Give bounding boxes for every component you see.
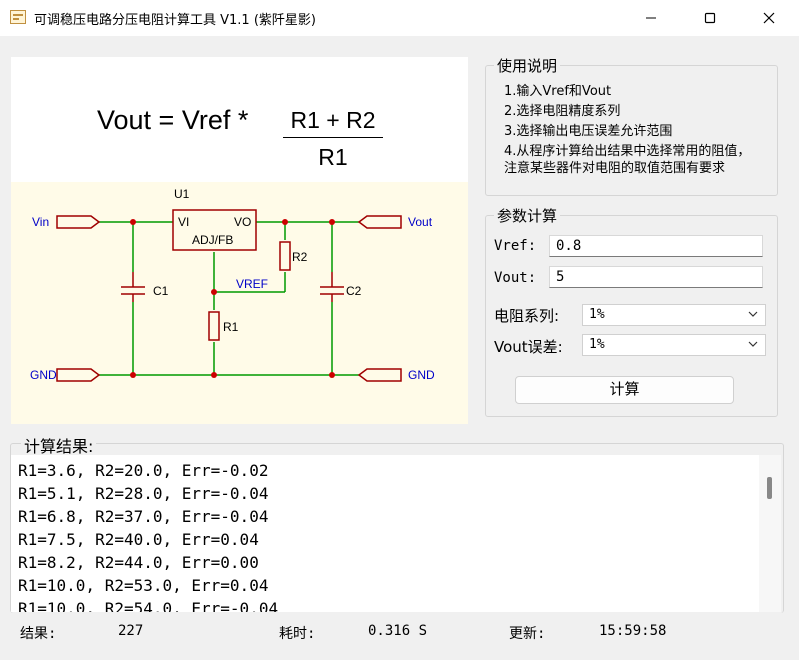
- minimize-icon: [646, 17, 656, 19]
- vout-input[interactable]: 5: [549, 266, 763, 288]
- maximize-button[interactable]: [687, 0, 733, 36]
- status-update-label: 更新:: [509, 626, 546, 642]
- title-bar[interactable]: 可调稳压电路分压电阻计算工具 V1.1 (紫阡星影): [0, 0, 799, 36]
- status-time-label: 耗时:: [279, 626, 316, 642]
- result-line: R1=7.5, R2=40.0, Err=0.04: [18, 530, 259, 549]
- vout-label: Vout:: [494, 270, 537, 286]
- window-title: 可调稳压电路分压电阻计算工具 V1.1 (紫阡星影): [34, 13, 316, 28]
- formula-lhs: Vout = Vref *: [97, 105, 249, 135]
- net-vref-label: VREF: [236, 277, 268, 291]
- status-result-label: 结果:: [20, 626, 57, 642]
- app-icon: [10, 10, 26, 24]
- help-step: 2.选择电阻精度系列: [504, 104, 621, 119]
- help-list: 1.输入Vref和Vout 2.选择电阻精度系列 3.选择输出电压误差允许范围 …: [504, 83, 756, 177]
- help-title: 使用说明: [494, 55, 561, 76]
- tolerance-select[interactable]: 1%: [582, 334, 766, 356]
- help-step: 4.从程序计算给出结果中选择常用的阻值，注意某些器件对电阻的取值范围有要求: [504, 144, 751, 176]
- formula-circuit-figure: Vout = Vref * R1 + R2 R1 U1 VI VO ADJ/FB…: [11, 57, 468, 424]
- help-step: 3.选择输出电压误差允许范围: [504, 124, 673, 139]
- r2-label: R2: [292, 250, 308, 264]
- port-gnd-right-label: GND: [408, 368, 435, 382]
- tolerance-label: Vout误差:: [494, 338, 563, 356]
- maximize-icon: [704, 12, 716, 24]
- chevron-down-icon: [748, 341, 758, 347]
- r1-label: R1: [223, 320, 239, 334]
- c2-label: C2: [346, 284, 362, 298]
- status-time-value: 0.316 S: [368, 623, 428, 639]
- help-step: 1.输入Vref和Vout: [504, 84, 612, 99]
- c1-label: C1: [153, 284, 169, 298]
- vref-label: Vref:: [494, 238, 537, 254]
- vref-input[interactable]: 0.8: [549, 235, 763, 257]
- series-label: 电阻系列:: [494, 307, 560, 325]
- results-title: 计算结果:: [21, 433, 97, 457]
- port-vout-label: Vout: [408, 215, 433, 229]
- ic-pin-out-label: VO: [234, 215, 251, 229]
- params-title: 参数计算: [494, 205, 561, 226]
- circuit-schematic: U1 VI VO ADJ/FB Vin Vout GND GND C1 C2 R…: [30, 187, 435, 382]
- result-line: R1=8.2, R2=44.0, Err=0.00: [18, 553, 259, 572]
- result-line: R1=10.0, R2=53.0, Err=0.04: [18, 576, 269, 595]
- close-button[interactable]: [746, 0, 792, 36]
- results-textbox[interactable]: R1=3.6, R2=20.0, Err=-0.02 R1=5.1, R2=28…: [11, 455, 759, 612]
- port-vin-label: Vin: [32, 215, 49, 229]
- port-gnd-left-label: GND: [30, 368, 57, 382]
- tolerance-select-value: 1%: [589, 337, 605, 352]
- status-result-count: 227: [118, 623, 144, 639]
- result-line: R1=10.0, R2=54.0, Err=-0.04: [18, 599, 279, 612]
- ic-pin-adj-label: ADJ/FB: [192, 233, 233, 247]
- ic-pin-in-label: VI: [178, 215, 189, 229]
- circuit-diagram: U1 VI VO ADJ/FB Vin Vout GND GND C1 C2 R…: [11, 182, 468, 424]
- scrollbar-thumb[interactable]: [767, 477, 772, 499]
- formula-denominator: R1: [318, 144, 348, 170]
- result-line: R1=5.1, R2=28.0, Err=-0.04: [18, 484, 269, 503]
- ic-name-label: U1: [174, 187, 190, 201]
- formula-fraction: R1 + R2 R1: [283, 105, 383, 172]
- close-icon: [763, 12, 775, 24]
- series-select-value: 1%: [589, 307, 605, 322]
- chevron-down-icon: [748, 311, 758, 317]
- calculate-button[interactable]: 计算: [515, 376, 734, 404]
- result-line: R1=6.8, R2=37.0, Err=-0.04: [18, 507, 269, 526]
- formula-numerator: R1 + R2: [290, 107, 376, 133]
- minimize-button[interactable]: [628, 0, 674, 36]
- series-select[interactable]: 1%: [582, 304, 766, 326]
- status-update-time: 15:59:58: [599, 623, 667, 639]
- result-line: R1=3.6, R2=20.0, Err=-0.02: [18, 461, 269, 480]
- fraction-bar: [283, 137, 383, 138]
- results-scrollbar[interactable]: [759, 455, 781, 612]
